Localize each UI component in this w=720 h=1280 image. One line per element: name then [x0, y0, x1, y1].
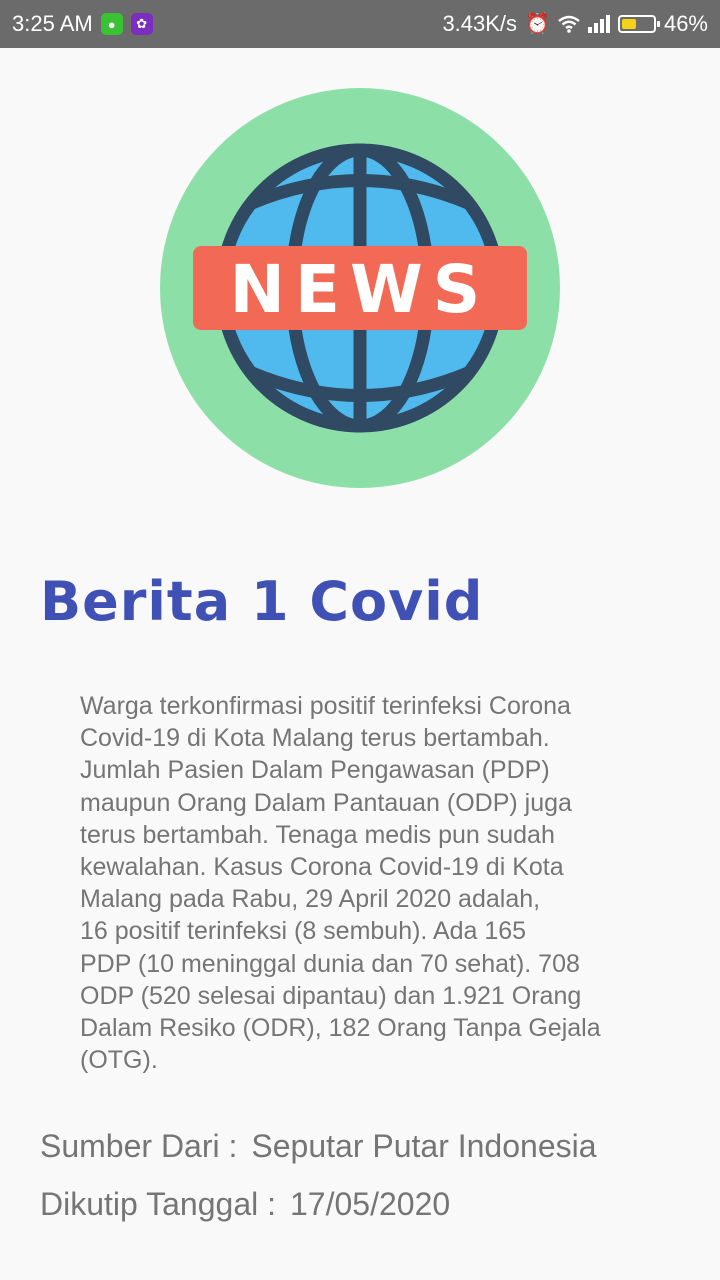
battery-percent: 46% — [663, 11, 708, 36]
message-icon: ● — [100, 13, 123, 35]
logo-text: NEWS — [230, 251, 491, 328]
source-row: Sumber Dari : Seputar Putar Indonesia — [40, 1128, 597, 1165]
battery-fill — [621, 19, 636, 29]
wifi-icon — [558, 15, 580, 33]
article-body: Warga terkonfirmasi positif terinfeksi C… — [80, 692, 601, 1075]
uc-browser-icon: ✿ — [130, 13, 153, 35]
battery-icon — [617, 15, 660, 33]
source-value: Seputar Putar Indonesia — [251, 1128, 597, 1164]
alarm-icon: ⏰ — [525, 13, 550, 35]
status-bar: 3:25 AM ● ✿ 3.43K/s ⏰ 46% — [0, 0, 720, 48]
network-speed: 3.43K/s — [442, 11, 518, 36]
status-bar-right: 3.43K/s ⏰ 46% — [442, 11, 708, 37]
news-globe-icon: NEWS — [160, 88, 560, 488]
date-value: 17/05/2020 — [290, 1186, 451, 1222]
status-time: 3:25 AM — [12, 11, 93, 36]
date-label: Dikutip Tanggal : — [40, 1186, 276, 1222]
status-bar-left: 3:25 AM ● ✿ — [12, 11, 153, 37]
source-label: Sumber Dari : — [40, 1128, 238, 1164]
news-logo: NEWS — [160, 88, 560, 488]
article-title: Berita 1 Covid — [40, 570, 484, 633]
signal-icon — [587, 15, 610, 33]
date-row: Dikutip Tanggal : 17/05/2020 — [40, 1186, 450, 1223]
